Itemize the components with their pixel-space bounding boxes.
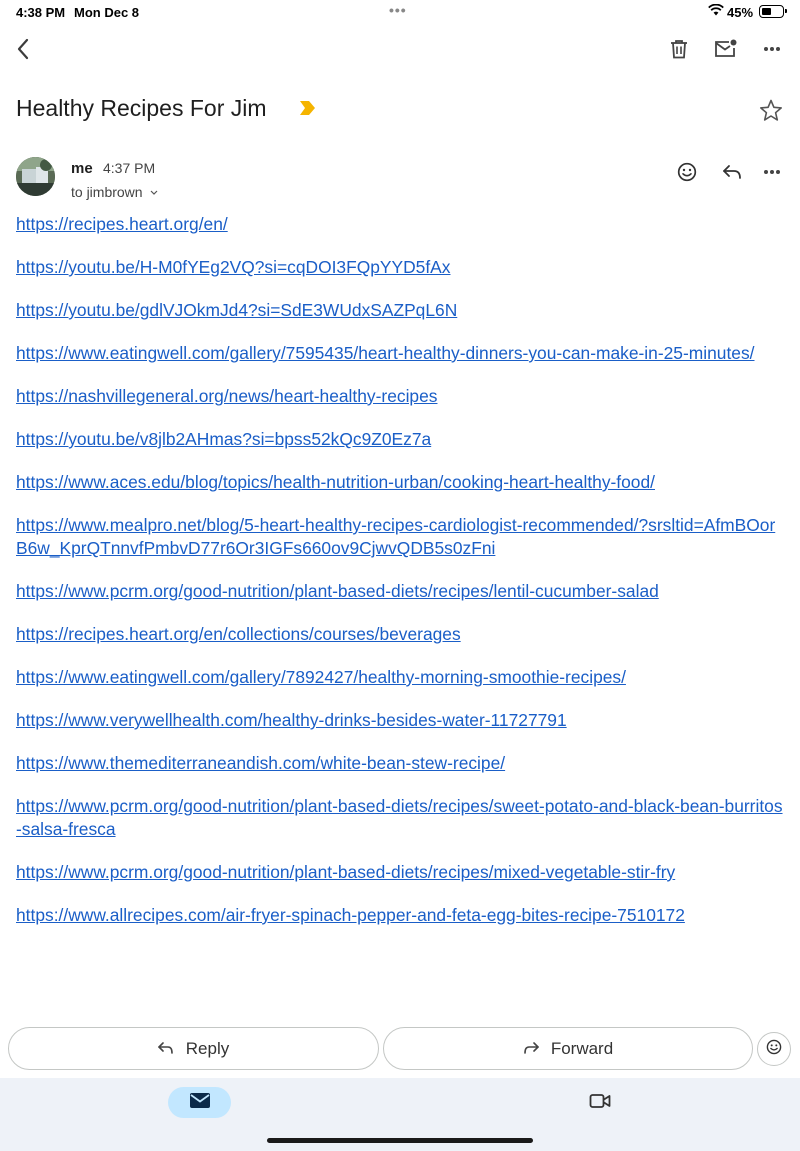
emoji-icon (766, 1039, 782, 1060)
meet-tab[interactable] (584, 1089, 616, 1117)
reply-icon[interactable] (717, 158, 747, 186)
message-toolbar (0, 30, 800, 70)
body-link[interactable]: https://www.pcrm.org/good-nutrition/plan… (16, 580, 786, 603)
body-link[interactable]: https://youtu.be/H-M0fYEg2VQ?si=cqDOI3FQ… (16, 256, 786, 279)
mark-unread-icon[interactable] (710, 34, 742, 64)
body-link[interactable]: https://nashvillegeneral.org/news/heart-… (16, 385, 786, 408)
status-time: 4:38 PM (16, 5, 66, 20)
reply-label: Reply (185, 1038, 230, 1058)
body-link[interactable]: https://www.eatingwell.com/gallery/75954… (16, 342, 786, 365)
body-link[interactable]: https://www.aces.edu/blog/topics/health-… (16, 471, 786, 494)
body-link[interactable]: https://youtu.be/v8jlb2AHmas?si=bpss52kQ… (16, 428, 786, 451)
reply-button[interactable]: Reply (8, 1027, 379, 1070)
sender-header: me 4:37 PM to jimbrown (16, 155, 786, 203)
body-link[interactable]: https://www.mealpro.net/blog/5-heart-hea… (16, 514, 786, 560)
sent-time: 4:37 PM (103, 160, 156, 176)
status-bar: 4:38 PM Mon Dec 8 ••• 45% (0, 0, 800, 24)
email-subject: Healthy Recipes For Jim (16, 95, 267, 121)
forward-arrow-icon (523, 1039, 551, 1059)
battery-nub (785, 9, 787, 13)
body-link[interactable]: https://www.eatingwell.com/gallery/78924… (16, 666, 786, 689)
recipient-details[interactable]: to jimbrown (71, 182, 158, 200)
wifi-icon (708, 3, 724, 19)
important-label-icon[interactable] (299, 100, 317, 121)
chevron-down-icon (150, 182, 158, 198)
forward-button[interactable]: Forward (383, 1027, 753, 1070)
body-link[interactable]: https://www.themediterraneandish.com/whi… (16, 752, 786, 775)
body-link[interactable]: https://recipes.heart.org/en/ (16, 213, 786, 236)
message-more-icon[interactable] (757, 158, 787, 186)
body-link[interactable]: https://www.verywellhealth.com/healthy-d… (16, 709, 786, 732)
status-date: Mon Dec 8 (74, 5, 140, 20)
battery-icon (759, 5, 787, 18)
body-link[interactable]: https://recipes.heart.org/en/collections… (16, 623, 786, 646)
body-link[interactable]: https://www.pcrm.org/good-nutrition/plan… (16, 795, 786, 841)
gmail-message-view: 4:38 PM Mon Dec 8 ••• 45% Healthy Recipe… (0, 0, 800, 1151)
emoji-reaction-button[interactable] (757, 1032, 791, 1066)
subject-row: Healthy Recipes For Jim (16, 93, 786, 129)
home-indicator[interactable] (267, 1138, 533, 1143)
recipient-text: to jimbrown (71, 184, 143, 200)
avatar[interactable] (16, 157, 55, 196)
sender-name: me (71, 160, 93, 177)
mail-icon (189, 1092, 211, 1114)
multitasking-dots-icon[interactable]: ••• (389, 2, 407, 18)
more-vert-icon[interactable] (756, 34, 788, 64)
body-link[interactable]: https://www.allrecipes.com/air-fryer-spi… (16, 904, 786, 927)
star-icon[interactable] (757, 96, 785, 124)
forward-label: Forward (550, 1038, 614, 1058)
emoji-reaction-icon[interactable] (673, 158, 701, 186)
reply-arrow-icon (157, 1039, 186, 1059)
body-link[interactable]: https://www.pcrm.org/good-nutrition/plan… (16, 861, 786, 884)
mail-tab[interactable] (168, 1087, 231, 1118)
bottom-navigation (0, 1078, 800, 1151)
back-arrow-icon[interactable] (8, 34, 38, 64)
video-icon (589, 1093, 611, 1114)
battery-level (761, 7, 771, 15)
body-link[interactable]: https://youtu.be/gdlVJOkmJd4?si=SdE3WUdx… (16, 299, 786, 322)
battery-percent: 45% (727, 5, 754, 20)
trash-icon[interactable] (664, 34, 694, 64)
email-body: https://recipes.heart.org/en/ https://yo… (16, 213, 786, 947)
